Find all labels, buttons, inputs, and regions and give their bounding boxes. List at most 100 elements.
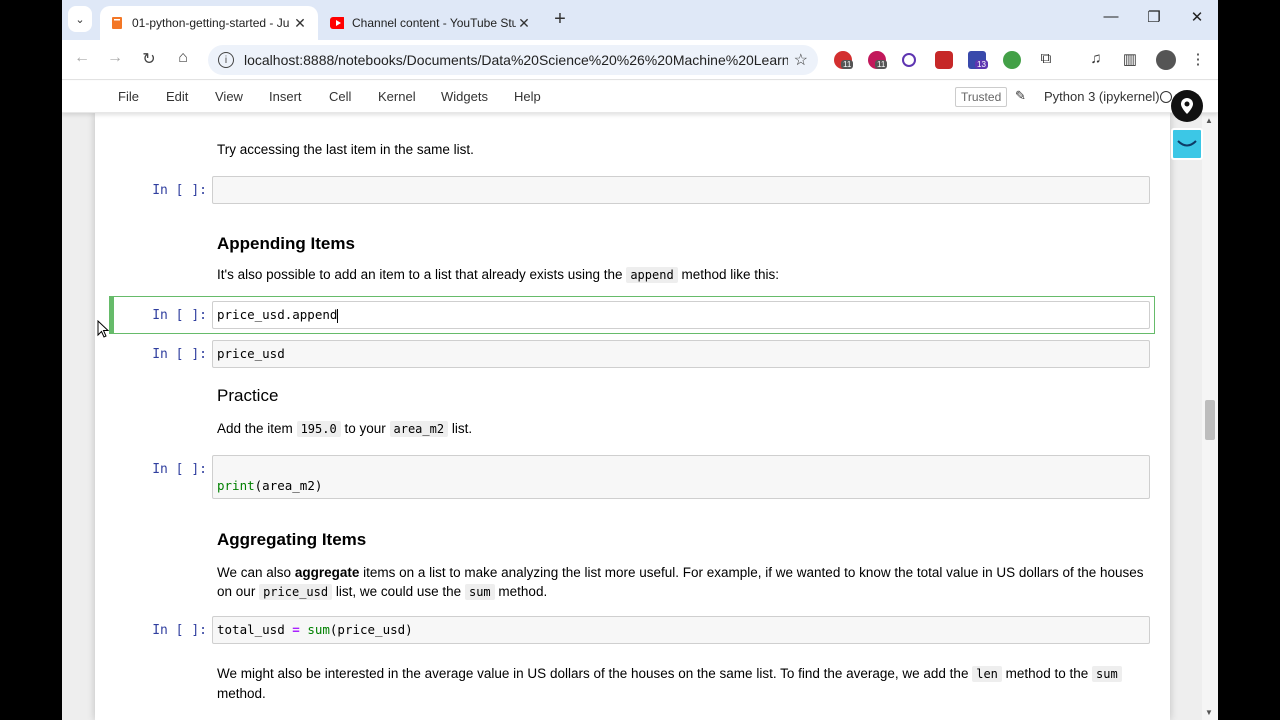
tab-strip: ⌄ 01-python-getting-started - Ju ✕ Chann…: [62, 0, 1218, 40]
forward-icon[interactable]: →: [104, 49, 126, 67]
code-cell-total[interactable]: total_usd = sum(price_usd): [212, 616, 1150, 644]
close-tab-icon[interactable]: ✕: [292, 15, 308, 32]
text: We might also be interested in the avera…: [217, 666, 969, 681]
markdown-text: Try accessing the last item in the same …: [217, 142, 474, 157]
code-builtin: sum: [307, 622, 330, 637]
minimize-icon[interactable]: —: [1101, 8, 1121, 25]
code-text: (area_m2): [254, 478, 323, 493]
ext-badge: 13: [975, 60, 988, 69]
youtube-favicon-icon: [330, 16, 344, 30]
text: method like this:: [681, 267, 779, 282]
ext-badge: 11: [875, 60, 888, 69]
media-control-icon[interactable]: ♫: [1086, 50, 1106, 67]
cell-prompt: In [ ]:: [152, 623, 207, 638]
code-operator: =: [292, 622, 300, 637]
text: method to the: [1005, 666, 1089, 681]
code-cell-price[interactable]: price_usd: [212, 340, 1150, 368]
kernel-name[interactable]: Python 3 (ipykernel): [1044, 89, 1160, 104]
home-icon[interactable]: ⌂: [172, 49, 194, 67]
heading-practice: Practice: [217, 386, 279, 405]
extension-block-icon[interactable]: [902, 53, 916, 67]
cell-prompt: In [ ]:: [152, 462, 207, 477]
ext-badge: 11: [841, 60, 854, 69]
text: Add the item: [217, 421, 293, 436]
new-tab-icon[interactable]: +: [550, 8, 570, 31]
side-panel-icon[interactable]: ▥: [1120, 50, 1140, 68]
notebook-container: Try accessing the last item in the same …: [95, 113, 1170, 720]
text: list.: [451, 421, 473, 436]
mouse-cursor-icon: [97, 320, 109, 338]
scroll-down-icon[interactable]: ▼: [1205, 708, 1213, 717]
text: method.: [498, 584, 548, 599]
heading-aggregating-items: Aggregating Items: [217, 530, 367, 549]
tab-title: Channel content - YouTube Stu: [352, 16, 516, 30]
browser-menu-icon[interactable]: ⋮: [1188, 50, 1208, 68]
text: We can also: [217, 565, 292, 580]
notebook-area: Try accessing the last item in the same …: [62, 113, 1218, 720]
markdown-text: Add the item 195.0 to your area_m2 list.: [217, 421, 473, 437]
site-info-icon[interactable]: i: [218, 52, 234, 68]
profile-avatar[interactable]: [1156, 50, 1176, 70]
restore-icon[interactable]: ❐: [1144, 8, 1164, 26]
trusted-badge[interactable]: Trusted: [955, 87, 1008, 107]
extension-forward-icon[interactable]: [935, 51, 953, 69]
menu-view[interactable]: View: [215, 89, 243, 104]
browser-window: ⌄ 01-python-getting-started - Ju ✕ Chann…: [62, 0, 1218, 720]
code-builtin: print: [217, 478, 255, 493]
inline-code: area_m2: [389, 421, 449, 437]
back-icon[interactable]: ←: [71, 49, 93, 67]
reload-icon[interactable]: ↻: [138, 49, 160, 69]
code-text: total_usd: [217, 622, 285, 637]
scrollbar-thumb[interactable]: [1205, 400, 1215, 440]
kernel-status-icon: [1160, 91, 1172, 103]
text: to your: [344, 421, 386, 436]
menu-widgets[interactable]: Widgets: [441, 89, 488, 104]
scroll-up-icon[interactable]: ▲: [1205, 116, 1213, 125]
markdown-text: We can also aggregate items on a list to…: [217, 563, 1147, 602]
extensions-puzzle-icon[interactable]: ⧉: [1036, 50, 1056, 67]
text: our: [235, 584, 256, 599]
code-text: price_usd: [217, 346, 285, 361]
heading-appending-items: Appending Items: [217, 234, 355, 253]
markdown-text: We might also be interested in the avera…: [217, 664, 1147, 703]
text: It's also possible to add an item to a l…: [217, 267, 623, 282]
inline-code: sum: [1092, 666, 1122, 682]
tab-search-icon[interactable]: ⌄: [68, 6, 92, 32]
menu-edit[interactable]: Edit: [166, 89, 188, 104]
menu-insert[interactable]: Insert: [269, 89, 302, 104]
inline-code: sum: [464, 584, 495, 600]
edit-pencil-icon[interactable]: ✎: [1015, 88, 1026, 104]
page-scrollbar[interactable]: ▲ ▼: [1202, 113, 1218, 720]
extension-globe-icon[interactable]: [1003, 51, 1021, 69]
tab-youtube[interactable]: Channel content - YouTube Stu ✕: [320, 6, 542, 40]
inline-code: len: [972, 666, 1002, 682]
code-text: price_usd.append: [217, 307, 338, 322]
code-cell-empty[interactable]: [212, 176, 1150, 204]
menu-file[interactable]: File: [118, 89, 139, 104]
code-text: (price_usd): [329, 622, 413, 637]
code-cell-append[interactable]: price_usd.append: [212, 301, 1150, 329]
inline-code: 195.0: [296, 421, 341, 437]
jupyter-favicon-icon: [110, 16, 124, 30]
menu-help[interactable]: Help: [514, 89, 541, 104]
browser-toolbar: ← → ↻ ⌂ i localhost:8888/notebooks/Docum…: [62, 40, 1218, 80]
close-tab-icon[interactable]: ✕: [516, 15, 532, 32]
inline-code: append: [626, 267, 678, 283]
bookmark-star-icon[interactable]: ☆: [794, 50, 808, 70]
text-cursor: [337, 308, 339, 323]
location-pin-icon[interactable]: [1171, 90, 1203, 122]
code-cell-print[interactable]: print(area_m2): [212, 455, 1150, 499]
smile-extension-icon[interactable]: [1171, 128, 1203, 160]
close-window-icon[interactable]: ✕: [1187, 8, 1207, 26]
address-bar[interactable]: i localhost:8888/notebooks/Documents/Dat…: [208, 45, 818, 75]
tab-jupyter[interactable]: 01-python-getting-started - Ju ✕: [100, 6, 318, 40]
text: method.: [217, 686, 266, 701]
inline-code: price_usd: [259, 584, 333, 600]
cell-prompt: In [ ]:: [152, 183, 207, 198]
jupyter-menubar: File Edit View Insert Cell Kernel Widget…: [62, 81, 1218, 113]
markdown-text: It's also possible to add an item to a l…: [217, 267, 779, 283]
menu-kernel[interactable]: Kernel: [378, 89, 416, 104]
menu-cell[interactable]: Cell: [329, 89, 351, 104]
text: list, we could use the: [335, 584, 462, 599]
cell-prompt: In [ ]:: [152, 308, 207, 323]
